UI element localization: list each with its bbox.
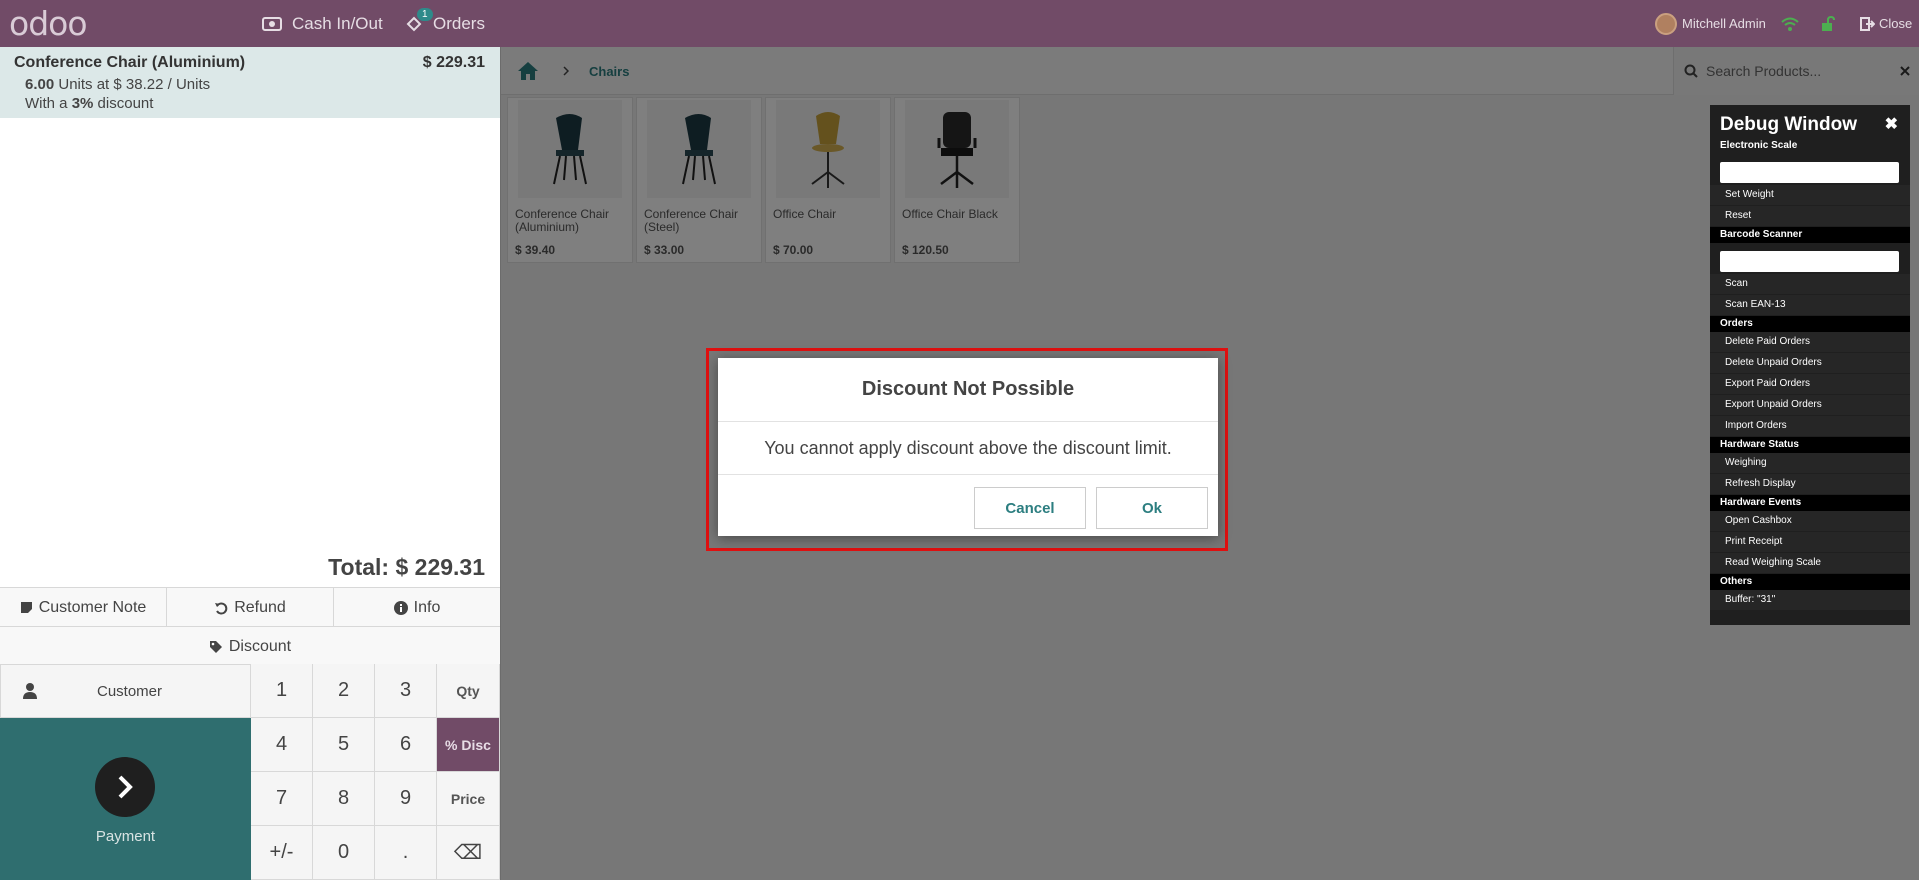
- numpad-price-mode[interactable]: Price: [437, 772, 500, 826]
- info-label: Info: [413, 598, 441, 616]
- refund-button[interactable]: Refund: [167, 588, 334, 627]
- delete-paid-orders-button[interactable]: Delete Paid Orders: [1710, 332, 1910, 352]
- debug-section-scale: Electronic Scale: [1720, 140, 1798, 151]
- orders-button[interactable]: 1 Orders: [405, 0, 485, 47]
- dialog-title: Discount Not Possible: [718, 358, 1218, 422]
- scan-button[interactable]: Scan: [1710, 274, 1910, 294]
- user-name: Mitchell Admin: [1682, 16, 1766, 31]
- import-orders-button[interactable]: Import Orders: [1710, 416, 1910, 436]
- numpad: 1 2 3 Qty 4 5 6 % Disc 7 8 9 Price +/- 0…: [251, 664, 500, 880]
- ok-button[interactable]: Ok: [1096, 487, 1208, 529]
- numpad-key-8[interactable]: 8: [313, 772, 375, 826]
- order-total: Total: $ 229.31: [328, 554, 485, 581]
- open-cashbox-button[interactable]: Open Cashbox: [1710, 511, 1910, 531]
- discount-suffix: discount: [97, 95, 154, 112]
- customer-note-label: Customer Note: [38, 598, 147, 616]
- backspace-icon[interactable]: ⌫: [437, 826, 500, 880]
- numpad-key-0[interactable]: 0: [313, 826, 375, 880]
- debug-section-orders: Orders: [1710, 316, 1910, 332]
- order-panel: Conference Chair (Aluminium) $ 229.31 6.…: [0, 47, 500, 880]
- user-menu[interactable]: Mitchell Admin: [1655, 0, 1766, 47]
- debug-section-others: Others: [1710, 574, 1910, 590]
- total-value: $ 229.31: [395, 554, 485, 580]
- debug-title: Debug Window: [1720, 114, 1858, 135]
- order-line-price: $ 229.31: [422, 54, 485, 71]
- numpad-key-7[interactable]: 7: [251, 772, 313, 826]
- refresh-display-button[interactable]: Refresh Display: [1710, 474, 1910, 494]
- avatar: [1655, 12, 1677, 35]
- debug-section-hw-events: Hardware Events: [1710, 495, 1910, 511]
- set-weight-button[interactable]: Set Weight: [1710, 185, 1910, 205]
- user-icon: [23, 683, 37, 699]
- debug-section-hw-status: Hardware Status: [1710, 437, 1910, 453]
- numpad-key-2[interactable]: 2: [313, 664, 375, 718]
- customer-label: Customer: [97, 682, 163, 700]
- numpad-disc-mode[interactable]: % Disc: [437, 718, 500, 772]
- order-line-qty: 6.00: [25, 76, 55, 93]
- info-icon: [393, 600, 408, 615]
- print-receipt-button[interactable]: Print Receipt: [1710, 532, 1910, 552]
- control-buttons-row: Customer Note Refund Info: [0, 587, 500, 627]
- undo-icon: [215, 602, 228, 614]
- discount-label: Discount: [228, 637, 292, 655]
- numpad-plus-minus[interactable]: +/-: [251, 826, 313, 880]
- close-label: Close: [1879, 16, 1913, 31]
- delete-unpaid-orders-button[interactable]: Delete Unpaid Orders: [1710, 353, 1910, 373]
- sticky-note-icon: [20, 602, 32, 613]
- order-line-product: Conference Chair (Aluminium): [14, 54, 246, 71]
- orders-label: Orders: [433, 13, 485, 33]
- info-button[interactable]: Info: [334, 588, 500, 627]
- customer-note-button[interactable]: Customer Note: [0, 588, 167, 627]
- reset-button[interactable]: Reset: [1710, 206, 1910, 226]
- numpad-qty-mode[interactable]: Qty: [437, 664, 500, 718]
- scale-weight-input[interactable]: [1720, 162, 1899, 183]
- customer-button[interactable]: Customer: [0, 664, 251, 718]
- tag-icon: [209, 640, 222, 653]
- scan-ean-button[interactable]: Scan EAN-13: [1710, 295, 1910, 315]
- sign-out-icon: [1860, 16, 1875, 31]
- discount-error-dialog: Discount Not Possible You cannot apply d…: [718, 358, 1218, 536]
- export-paid-orders-button[interactable]: Export Paid Orders: [1710, 374, 1910, 394]
- numpad-key-6[interactable]: 6: [375, 718, 437, 772]
- close-button[interactable]: Close: [1860, 0, 1912, 47]
- numpad-decimal[interactable]: .: [375, 826, 437, 880]
- dialog-message: You cannot apply discount above the disc…: [718, 422, 1218, 475]
- chevron-right-icon: [95, 757, 155, 817]
- read-weighing-scale-button[interactable]: Read Weighing Scale: [1710, 553, 1910, 573]
- cash-icon: [262, 16, 282, 31]
- logo-text: odoo: [9, 4, 88, 43]
- top-bar: odoo Cash In/Out 1 Orders Mitchell Admin…: [0, 0, 1919, 47]
- total-label: Total:: [328, 554, 390, 580]
- payment-button[interactable]: Payment: [0, 718, 251, 880]
- order-line-unit: Units at $ 38.22 / Units: [58, 76, 211, 93]
- cancel-button[interactable]: Cancel: [974, 487, 1086, 529]
- cash-in-out-button[interactable]: Cash In/Out: [262, 0, 383, 47]
- numpad-key-5[interactable]: 5: [313, 718, 375, 772]
- wifi-icon: [1780, 0, 1800, 47]
- numpad-key-3[interactable]: 3: [375, 664, 437, 718]
- discount-value: 3%: [71, 95, 94, 112]
- orders-count-badge: 1: [417, 8, 433, 21]
- export-unpaid-orders-button[interactable]: Export Unpaid Orders: [1710, 395, 1910, 415]
- weighing-status[interactable]: Weighing: [1710, 453, 1910, 473]
- numpad-key-1[interactable]: 1: [251, 664, 313, 718]
- order-line[interactable]: Conference Chair (Aluminium) $ 229.31 6.…: [0, 47, 500, 118]
- discount-button[interactable]: Discount: [0, 627, 500, 666]
- refund-label: Refund: [234, 598, 286, 616]
- barcode-input[interactable]: [1720, 251, 1899, 272]
- numpad-key-4[interactable]: 4: [251, 718, 313, 772]
- buffer-readout: Buffer: "31": [1710, 590, 1910, 610]
- close-icon[interactable]: ✖: [1885, 114, 1898, 134]
- unlock-icon[interactable]: [1820, 0, 1836, 47]
- numpad-key-9[interactable]: 9: [375, 772, 437, 826]
- payment-label: Payment: [95, 828, 156, 845]
- debug-window: Debug Window ✖ Electronic Scale Set Weig…: [1710, 105, 1910, 625]
- discount-prefix: With a: [25, 95, 68, 112]
- order-line-info: 6.00 Units at $ 38.22 / Units With a 3% …: [25, 75, 210, 113]
- cash-in-out-label: Cash In/Out: [292, 13, 383, 33]
- debug-section-barcode: Barcode Scanner: [1710, 227, 1910, 243]
- discount-row: Discount: [0, 626, 500, 666]
- odoo-logo: odoo: [9, 4, 88, 43]
